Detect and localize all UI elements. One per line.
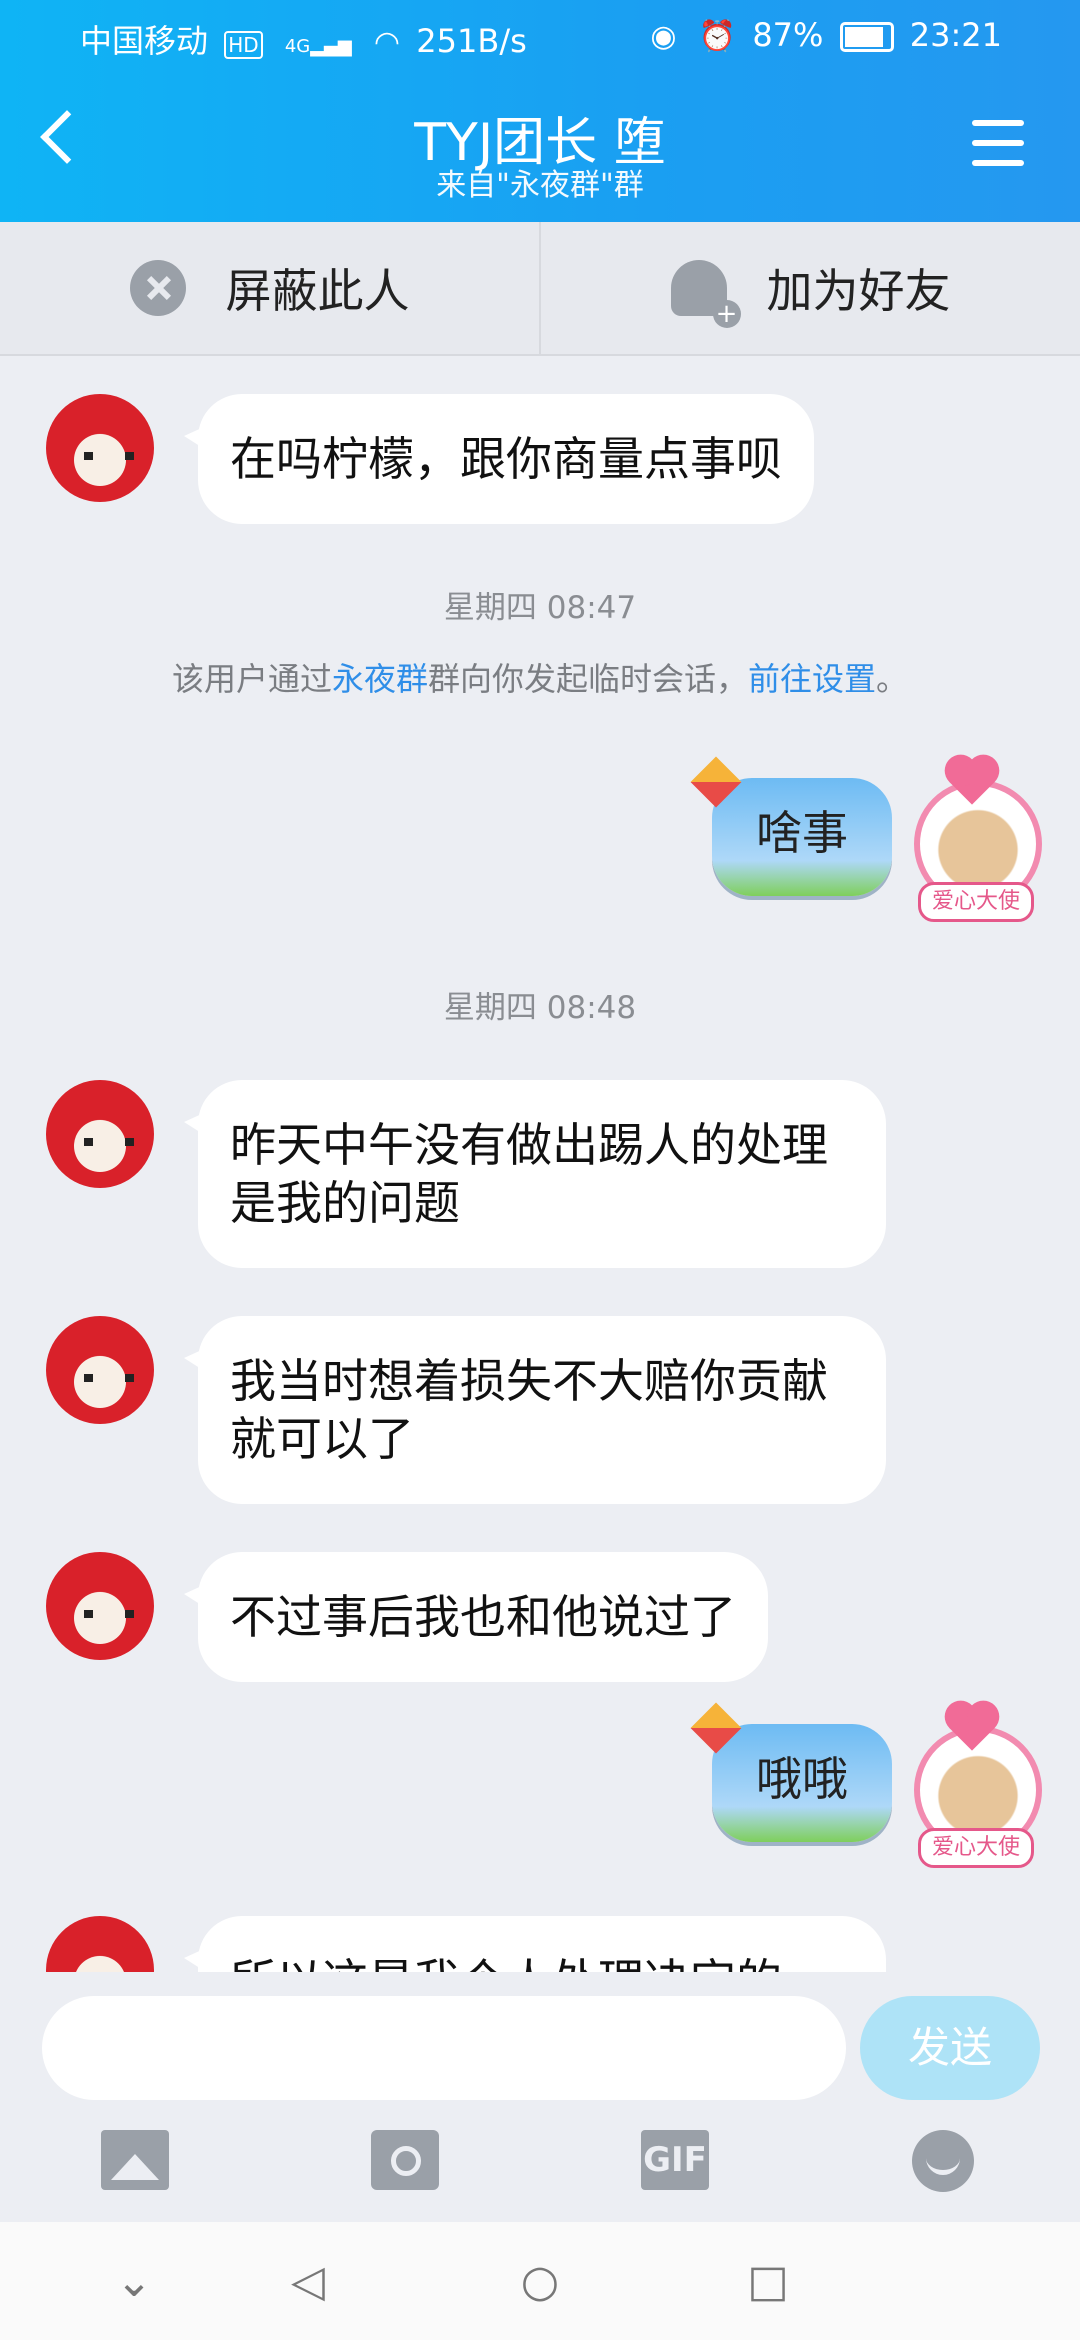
kite-icon — [690, 756, 742, 808]
message-bubble[interactable]: 在吗柠檬，跟你商量点事呗 — [184, 394, 814, 524]
notice-text: 该用户通过 — [171, 660, 332, 698]
battery-fill — [844, 27, 883, 47]
camera-icon[interactable] — [371, 2130, 439, 2190]
message-bubble[interactable]: 昨天中午没有做出踢人的处理是我的问题 — [184, 1080, 886, 1268]
signal-icon: 4G▂▄▆ — [284, 36, 352, 57]
settings-link[interactable]: 前往设置 — [748, 660, 876, 698]
recents-nav-icon[interactable]: □ — [738, 2252, 798, 2312]
input-area: 发送 GIF — [0, 1972, 1080, 2222]
top-bar: 中国移动 HD 4G▂▄▆ ◠ 251B/s ◉ ⏰ 87% 23:21 TYJ… — [0, 0, 1080, 222]
message-text: 啥事 — [756, 806, 848, 860]
add-friend-button[interactable]: 加为好友 — [541, 222, 1080, 354]
message-text: 哦哦 — [756, 1752, 848, 1806]
block-user-label: 屏蔽此人 — [225, 264, 410, 318]
message-bubble[interactable]: 哦哦 — [690, 1702, 892, 1842]
alarm-icon: ⏰ — [698, 19, 737, 54]
message-bubble[interactable]: 我当时想着损失不大赔你贡献就可以了 — [184, 1316, 886, 1504]
carrier-label: 中国移动 — [80, 22, 209, 60]
sender-avatar[interactable] — [46, 394, 154, 502]
sender-avatar[interactable] — [46, 1316, 154, 1424]
chat-subtitle: 来自"永夜群"群 — [436, 168, 644, 203]
add-friend-label: 加为好友 — [766, 264, 951, 318]
avatar-badge: 爱心大使 — [918, 882, 1034, 922]
outgoing-message: 啥事 爱心大使 — [0, 756, 1080, 922]
message-bubble[interactable]: 所以这是我个人处理决定的 — [184, 1916, 886, 1972]
message-input[interactable] — [42, 1996, 846, 2100]
system-notice: 该用户通过永夜群群向你发起临时会话，前往设置。 — [0, 654, 1080, 700]
network-label: 4G — [284, 36, 311, 57]
avatar-badge: 爱心大使 — [918, 1828, 1034, 1868]
send-button[interactable]: 发送 — [860, 1996, 1040, 2100]
message-list[interactable]: 在吗柠檬，跟你商量点事呗 星期四 08:47 该用户通过永夜群群向你发起临时会话… — [0, 356, 1080, 1972]
menu-icon[interactable] — [972, 120, 1024, 166]
status-left: 中国移动 HD 4G▂▄▆ ◠ 251B/s — [80, 16, 527, 62]
battery-icon — [839, 22, 894, 52]
hd-icon: HD — [224, 31, 263, 59]
block-icon — [129, 260, 186, 316]
block-user-button[interactable]: 屏蔽此人 — [0, 222, 541, 354]
action-bar: 屏蔽此人 加为好友 — [0, 222, 1080, 356]
battery-percent: 87% — [752, 16, 824, 54]
gif-button[interactable]: GIF — [641, 2130, 709, 2190]
message-bubble[interactable]: 啥事 — [690, 756, 892, 896]
add-person-icon — [670, 260, 741, 328]
notice-text: 群向你发起临时会话， — [427, 660, 748, 698]
outgoing-message: 哦哦 爱心大使 — [0, 1702, 1080, 1868]
clock: 23:21 — [909, 16, 1002, 54]
kite-icon — [690, 1702, 742, 1754]
message-bubble[interactable]: 不过事后我也和他说过了 — [184, 1552, 768, 1682]
home-nav-icon[interactable]: ○ — [510, 2252, 570, 2312]
image-icon[interactable] — [101, 2130, 169, 2190]
sender-avatar[interactable] — [46, 1080, 154, 1188]
wifi-icon: ◠ — [373, 25, 401, 60]
sender-avatar[interactable] — [46, 1916, 154, 1972]
timestamp: 星期四 08:47 — [443, 590, 637, 626]
eye-icon: ◉ — [650, 19, 677, 54]
notice-text: 。 — [876, 660, 909, 698]
network-speed: 251B/s — [416, 22, 527, 60]
back-nav-icon[interactable]: ◁ — [278, 2252, 338, 2312]
timestamp: 星期四 08:48 — [443, 990, 637, 1026]
status-right: ◉ ⏰ 87% 23:21 — [644, 16, 1002, 54]
emoji-icon[interactable] — [912, 2130, 974, 2192]
hide-keyboard-icon[interactable]: ⌄ — [104, 2252, 164, 2312]
group-link[interactable]: 永夜群 — [332, 660, 428, 698]
system-nav-bar: ⌄ ◁ ○ □ — [0, 2222, 1080, 2340]
status-bar: 中国移动 HD 4G▂▄▆ ◠ 251B/s ◉ ⏰ 87% 23:21 — [0, 0, 1080, 72]
sender-avatar[interactable] — [46, 1552, 154, 1660]
